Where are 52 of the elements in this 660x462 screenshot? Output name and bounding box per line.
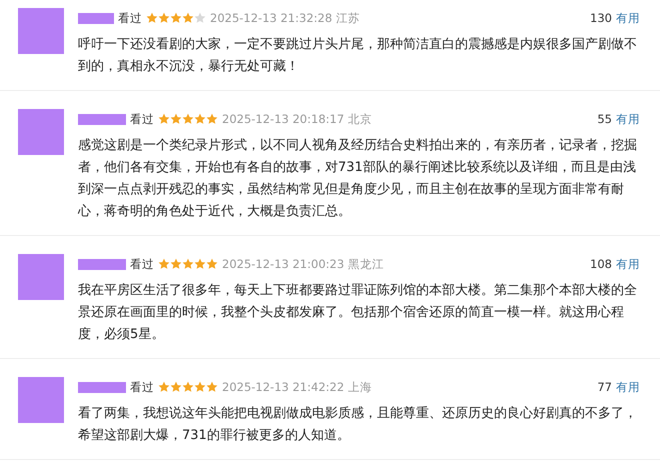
star-icon [194, 113, 206, 125]
useful-link[interactable]: 有用 [616, 112, 640, 126]
redacted-username [78, 258, 126, 270]
star-icon [182, 12, 194, 24]
star-icon [170, 381, 182, 393]
review-time: 2025-12-13 21:42:22 [222, 380, 344, 394]
star-icon [206, 381, 218, 393]
review-text: 呼吁一下还没看剧的大家，一定不要跳过片头片尾，那种简洁直白的震撼感是内娱很多国产剧做不到的，真相永不沉没，暴行无处可藏！ [78, 36, 638, 76]
star-icon [182, 113, 194, 125]
redacted-username [78, 12, 114, 24]
useful-link[interactable]: 有用 [616, 10, 640, 26]
review-location: 北京 [348, 112, 372, 126]
redacted-username [78, 114, 126, 124]
watch-status: 看过 [130, 380, 154, 394]
vote-count: 108 [590, 257, 612, 271]
star-icon [170, 258, 182, 270]
star-icon [194, 12, 206, 24]
review-text: 感觉这剧是一个类纪录片形式，以不同人视角及经历结合史料拍出来的，有亲历者，记录者，挖掘者，他们各有交集，开始也有各自的故事，对731部队的暴行阐述比较系统以及详细，而且是由浅到深一点点剥开残忍的事实，虽然结构常见但是角度少见，而且主创在故事的呈现方面非常有耐心，蒋奇明的角色处于近代，大概是负责汇总。 [78, 137, 638, 221]
review-location: 上海 [348, 380, 372, 394]
review-text: 我在平房区生活了很多年，每天上下班都要路过罪证陈列馆的本部大楼。第二集那个本部大楼的全景还原在画面里的时候，我整个头皮都发麻了。包括那个宿舍还原的简直一模一样。就这用心程度，必须5星。 [78, 282, 638, 344]
star-icon [194, 381, 206, 393]
star-icon [170, 113, 182, 125]
star-icon [146, 12, 158, 24]
avatar[interactable] [18, 109, 64, 155]
review-location: 黑龙江 [348, 256, 384, 272]
star-icon [170, 12, 182, 24]
avatar[interactable] [18, 377, 64, 423]
review-text: 看了两集，我想说这年头能把电视剧做成电影质感，且能尊重、还原历史的良心好剧真的不多了，希望这部剧大爆，731的罪行被更多的人知道。 [78, 405, 638, 445]
vote-count: 55 [597, 112, 612, 126]
watch-status: 看过 [130, 256, 154, 272]
star-icon [158, 12, 170, 24]
review-location: 江苏 [336, 10, 360, 26]
watch-status: 看过 [118, 10, 142, 26]
avatar[interactable] [18, 8, 64, 54]
redacted-username [78, 382, 126, 392]
star-icon [158, 258, 170, 270]
review-time: 2025-12-13 20:18:17 [222, 112, 344, 126]
avatar[interactable] [18, 254, 64, 300]
useful-link[interactable]: 有用 [616, 380, 640, 394]
watch-status: 看过 [130, 112, 154, 126]
star-icon [158, 113, 170, 125]
review-time: 2025-12-13 21:00:23 [222, 257, 344, 271]
review-time: 2025-12-13 21:32:28 [210, 11, 332, 25]
vote-count: 130 [590, 11, 612, 25]
star-icon [182, 258, 194, 270]
star-icon [182, 381, 194, 393]
useful-link[interactable]: 有用 [616, 256, 640, 272]
star-icon [194, 258, 206, 270]
star-icon [158, 381, 170, 393]
star-icon [206, 113, 218, 125]
star-icon [206, 258, 218, 270]
vote-count: 77 [597, 380, 612, 394]
